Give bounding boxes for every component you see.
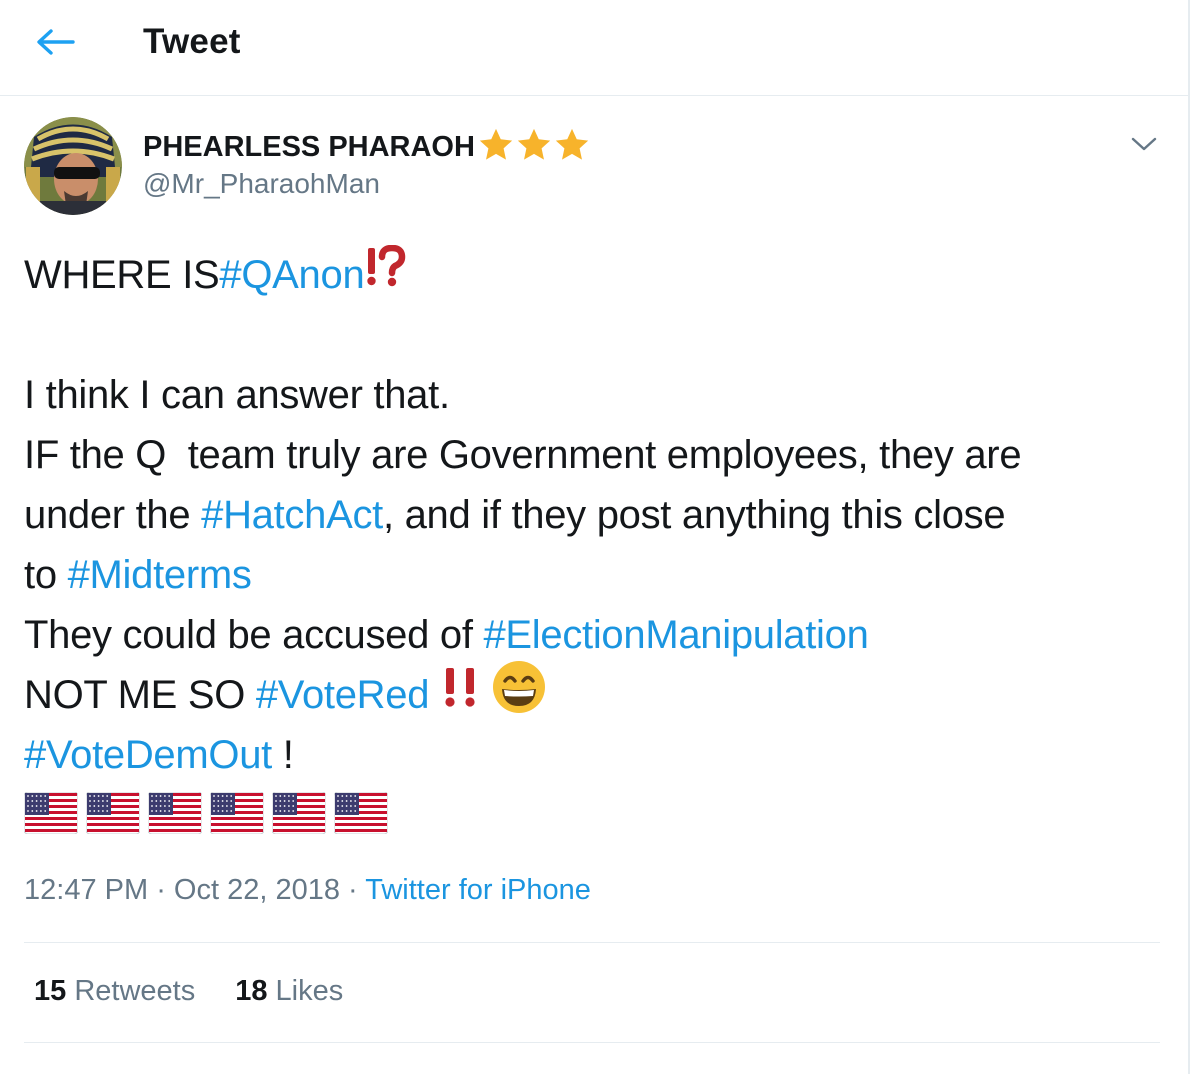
us-flag-emoji [334,792,388,834]
hashtag-midterms[interactable]: #Midterms [68,545,252,605]
tweet-text-segment: I think I can answer that. [24,373,450,417]
tweet-meta: 12:47 PM · Oct 22, 2018 · Twitter for iP… [24,874,591,907]
tweet-page: Tweet PHEARLESS PHARAOH @Mr_PharaohMan W… [0,0,1190,1074]
tweet-line: NOT ME SO #VoteRed [24,660,1174,726]
page-header: Tweet [0,0,1190,96]
tweet-line: under the #HatchAct , and if they post a… [24,485,1174,545]
tweet-text-segment: , and if they post anything this close [382,493,1006,537]
tweet-date[interactable]: Oct 22, 2018 [174,874,340,906]
tweet-line: #VoteDemOut ! [24,725,1174,785]
tweet-text-segment: to [24,553,68,597]
tweet-line: IF the Q team truly are Government emplo… [24,425,1174,485]
hashtag-electionmanipulation[interactable]: #ElectionManipulation [483,605,868,665]
tweet-text-segment: They could be accused of [24,613,484,657]
us-flag-emoji [272,792,326,834]
tweet-text-segment: under the [24,493,202,537]
hashtag-qanon[interactable]: #QAnon [219,245,364,305]
us-flag-emoji [24,792,78,834]
tweet-line: They could be accused of #ElectionManipu… [24,605,1174,665]
avatar-image [24,117,122,215]
tweet-text-segment: NOT ME SO [24,673,256,717]
likes-count: 18 [235,975,268,1007]
star-badge [477,126,591,164]
star-icon [555,128,589,160]
back-button[interactable] [32,22,78,62]
tweet-line: I think I can answer that. [24,365,1174,425]
tweet-text-segment: WHERE IS [24,253,220,297]
hashtag-votered[interactable]: #VoteRed [256,665,430,725]
more-options-button[interactable] [1126,126,1162,162]
us-flag-emoji [148,792,202,834]
star-icon [517,128,551,160]
grinning-face-icon [493,660,546,713]
hashtag-hatchact[interactable]: #HatchAct [201,485,383,545]
tweet-stats: 15 Retweets 18 Likes [34,975,383,1008]
separator: · [148,874,174,906]
us-flag-emoji [86,792,140,834]
double-exclamation-emoji [441,665,481,726]
tweet-time[interactable]: 12:47 PM [24,874,148,906]
grinning-face-emoji [491,659,547,732]
tweet-text-segment: IF the Q team truly are Government emplo… [24,433,1022,477]
tweet-text-segment: ! [271,733,294,777]
display-name[interactable]: PHEARLESS PHARAOH [143,128,591,166]
arrow-left-icon [37,29,75,55]
star-icon [479,128,513,160]
tweet-line: to #Midterms [24,545,1174,605]
tweet-body: WHERE IS #QAnon I think I can answer tha… [24,244,1174,843]
likes-label: Likes [267,975,344,1007]
us-flag-emoji [210,792,264,834]
divider [24,1042,1160,1043]
chevron-down-icon [1131,137,1157,151]
interrobang-emoji [364,244,406,306]
divider [24,942,1160,943]
interrobang-icon [367,244,406,286]
display-name-text: PHEARLESS PHARAOH [143,130,475,163]
tweet-source-link[interactable]: Twitter for iPhone [365,874,591,906]
separator: · [339,874,366,906]
double-exclamation-icon [445,667,475,707]
retweets-label: Retweets [66,975,196,1007]
tweet-line: WHERE IS #QAnon [24,244,1174,306]
hashtag-votedemout[interactable]: #VoteDemOut [24,725,272,785]
likes-stat[interactable]: 18 Likes [235,975,343,1008]
page-title: Tweet [143,22,241,61]
retweets-count: 15 [34,975,67,1007]
user-handle[interactable]: @Mr_PharaohMan [143,168,380,200]
retweets-stat[interactable]: 15 Retweets [34,975,195,1008]
flag-emoji-row [24,783,1174,843]
avatar[interactable] [24,117,122,215]
